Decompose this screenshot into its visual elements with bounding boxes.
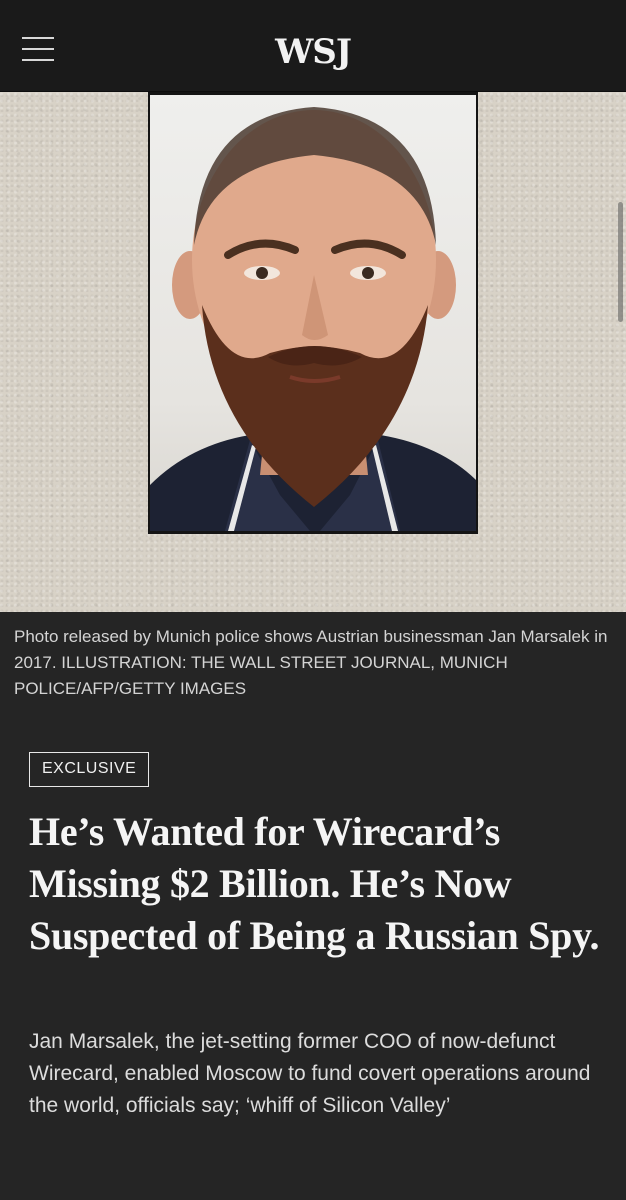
hero-image-area bbox=[0, 92, 626, 612]
photo-frame bbox=[148, 92, 478, 534]
article-dek: Jan Marsalek, the jet-setting former COO… bbox=[29, 1030, 591, 1117]
portrait-illustration bbox=[150, 107, 476, 531]
article-headline: He’s Wanted for Wirecard’s Missing $2 Bi… bbox=[29, 809, 600, 958]
wsj-logo[interactable]: WSJ bbox=[0, 32, 626, 72]
top-bar: WSJ bbox=[0, 0, 626, 92]
portrait-photo bbox=[150, 95, 476, 531]
scrollbar[interactable] bbox=[618, 202, 623, 322]
exclusive-badge: EXCLUSIVE bbox=[29, 752, 150, 787]
photo-caption: Photo released by Munich police shows Au… bbox=[14, 627, 608, 698]
